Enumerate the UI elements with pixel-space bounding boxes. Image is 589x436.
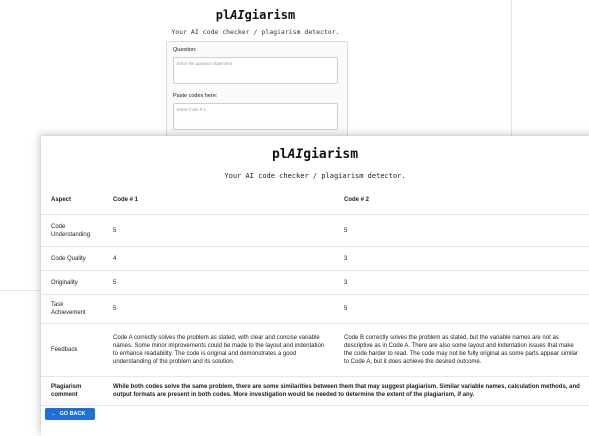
code-1-feedback: Code A correctly solves the problem as s…	[103, 323, 334, 377]
code-1-cell: 5	[103, 270, 334, 295]
title-suffix: giarism	[303, 147, 359, 162]
code-2-cell: 3	[334, 246, 589, 271]
code-1-input[interactable]: Enter Code # 1	[173, 103, 338, 130]
table-header-row: Aspect Code # 1 Code # 2	[41, 186, 589, 215]
results-subtitle: Your AI code checker / plagiarism detect…	[224, 172, 406, 180]
code-1-cell: 5	[103, 294, 334, 324]
results-title: plAIgiarism	[41, 147, 589, 162]
table-row: Code Quality 4 3	[41, 246, 589, 271]
table-row: Code Understanding 5 5	[41, 214, 589, 247]
table-row: Task Achievement 5 5	[41, 294, 589, 324]
title-ai: AI	[230, 8, 245, 22]
header-code-2: Code # 2	[334, 186, 589, 215]
aspect-cell: Plagiarism comment	[41, 376, 103, 406]
header-code-1: Code # 1	[103, 186, 334, 215]
codes-label: Paste codes here:	[173, 93, 218, 99]
app-title: plAIgiarism	[0, 8, 511, 22]
code-2-cell: 5	[334, 294, 589, 324]
title-prefix: pl	[215, 8, 231, 22]
table-row: Originality 5 3	[41, 270, 589, 295]
aspect-cell: Code Understanding	[41, 214, 103, 247]
code-1-cell: 5	[103, 214, 334, 247]
table-row: Plagiarism comment While both codes solv…	[41, 376, 589, 406]
code-1-cell: 4	[103, 246, 334, 271]
go-back-button[interactable]: ← GO BACK	[45, 408, 95, 420]
header-aspect: Aspect	[41, 186, 103, 215]
results-table: Aspect Code # 1 Code # 2 Code Understand…	[41, 186, 589, 406]
title-prefix: pl	[271, 147, 288, 162]
go-back-label: GO BACK	[59, 411, 86, 417]
aspect-cell: Originality	[41, 270, 103, 295]
title-suffix: giarism	[244, 8, 296, 22]
arrow-left-icon: ←	[51, 411, 57, 417]
question-input[interactable]: Enter the question statement	[173, 57, 338, 84]
code-2-cell: 5	[334, 214, 589, 247]
title-ai: AI	[287, 147, 304, 162]
app-subtitle: Your AI code checker / plagiarism detect…	[171, 28, 340, 36]
table-row: Feedback Code A correctly solves the pro…	[41, 323, 589, 377]
aspect-cell: Code Quality	[41, 246, 103, 271]
aspect-cell: Feedback	[41, 323, 103, 377]
plagiarism-comment: While both codes solve the same problem,…	[103, 376, 589, 406]
code-2-feedback: Code B correctly solves the problem as s…	[334, 323, 589, 377]
results-window: plAIgiarism Your AI code checker / plagi…	[41, 136, 589, 436]
question-label: Question:	[173, 47, 197, 53]
code-2-cell: 3	[334, 270, 589, 295]
aspect-cell: Task Achievement	[41, 294, 103, 324]
